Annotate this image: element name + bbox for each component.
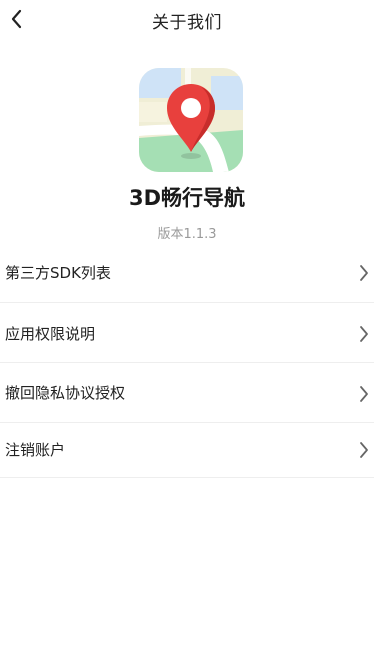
app-icon: [139, 68, 243, 172]
menu-item-label: 第三方SDK列表: [5, 264, 111, 282]
chevron-right-icon: [360, 265, 368, 281]
settings-menu: 第三方SDK列表 应用权限说明 撤回隐私协议授权 注销账户: [0, 243, 374, 478]
chevron-right-icon: [360, 326, 368, 342]
menu-item-permissions[interactable]: 应用权限说明: [0, 303, 374, 363]
app-name: 3D畅行导航: [128, 186, 246, 210]
menu-item-third-party-sdk[interactable]: 第三方SDK列表: [0, 243, 374, 303]
navigation-bar: 关于我们: [0, 0, 374, 40]
menu-item-delete-account[interactable]: 注销账户: [0, 423, 374, 478]
chevron-right-icon: [360, 442, 368, 458]
menu-item-label: 撤回隐私协议授权: [5, 384, 126, 402]
chevron-right-icon: [360, 386, 368, 402]
menu-item-revoke-privacy[interactable]: 撤回隐私协议授权: [0, 363, 374, 423]
page-title: 关于我们: [152, 13, 222, 33]
menu-item-label: 注销账户: [5, 441, 66, 459]
app-version: 版本1.1.3: [157, 227, 217, 242]
map-pin-app-icon: [139, 68, 243, 172]
about-us-screen: 关于我们 3D畅行导航 版本1.1.3 第三方SDK列表 应用权限说明 撤回隐私…: [0, 0, 374, 662]
menu-item-label: 应用权限说明: [5, 325, 96, 343]
